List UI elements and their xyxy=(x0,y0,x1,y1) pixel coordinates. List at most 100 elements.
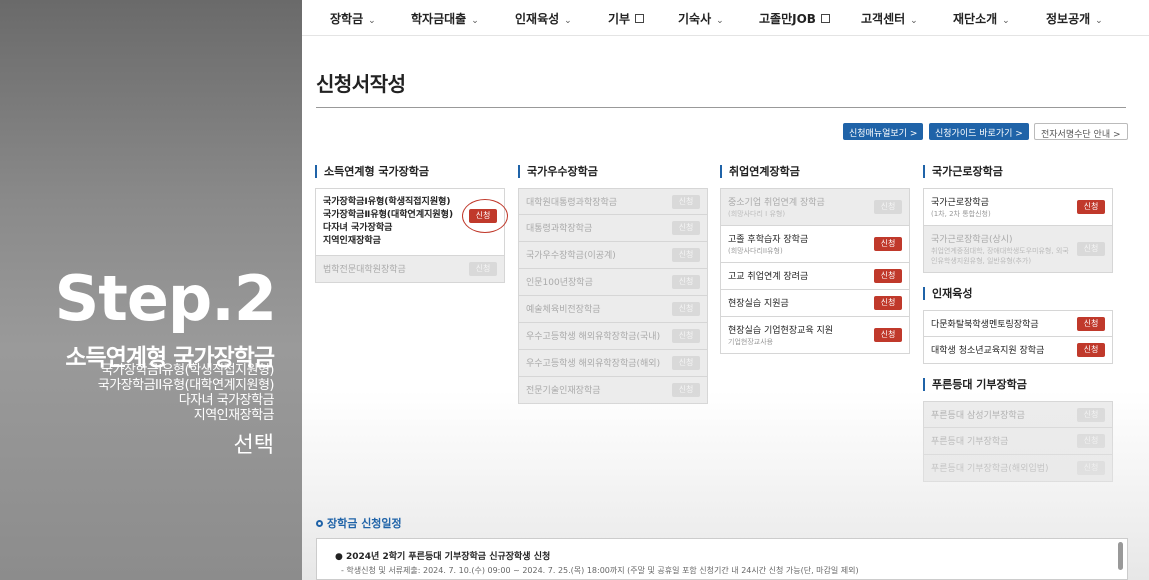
item-sublabel: (희망사다리II유형) xyxy=(728,247,783,255)
item-label: 예술체육비전장학금 xyxy=(526,305,601,315)
list-item: 우수고등학생 해외유학장학금(해외) 신청 xyxy=(518,350,708,377)
highlight-circle xyxy=(462,199,508,233)
nav-highschool-job[interactable]: 고졸만JOB xyxy=(759,10,830,27)
chevron-down-icon: ⌄ xyxy=(910,16,918,26)
apply-button-disabled: 신청 xyxy=(672,221,700,235)
nav-talent[interactable]: 인재육성 ⌄ xyxy=(515,10,572,27)
apply-button-disabled: 신청 xyxy=(1077,242,1105,256)
step-title: Step.2 xyxy=(54,262,277,335)
chevron-down-icon: ⌄ xyxy=(564,16,572,26)
list-item: 푸른등대 삼성기부장학금 신청 xyxy=(923,401,1113,428)
nav-label: 장학금 xyxy=(330,12,364,26)
apply-button-disabled: 신청 xyxy=(1077,407,1105,422)
list-item: 푸른등대 기부장학금(해외입법) 신청 xyxy=(923,455,1113,482)
guide-button[interactable]: 신청가이드 바로가기 > xyxy=(929,123,1029,140)
external-link-icon xyxy=(820,14,830,23)
list-item: 국가우수장학금(이공계) 신청 xyxy=(518,242,708,269)
apply-button[interactable]: 신청 xyxy=(874,237,902,251)
apply-button[interactable]: 신청 xyxy=(1077,200,1105,214)
step-lines: 국가장학금I유형(학생직접지원형) 국가장학금II유형(대학연계지원형) 다자녀… xyxy=(97,363,275,423)
item-label: 고졸 후학습자 장학금 xyxy=(728,235,809,245)
apply-button-disabled: 신청 xyxy=(672,356,700,370)
apply-button-disabled: 신청 xyxy=(672,248,700,262)
nav-foundation[interactable]: 재단소개 ⌄ xyxy=(953,10,1010,27)
nav-label: 기숙사 xyxy=(678,12,712,26)
main-content: 장학금 ⌄ 학자금대출 ⌄ 인재육성 ⌄ 기부 기숙사 ⌄ 고졸만JOB 고객센터 ⌄ 재… xyxy=(302,0,1149,580)
apply-button[interactable]: 신청 xyxy=(874,269,902,283)
esign-guide-button[interactable]: 전자서명수단 안내 > xyxy=(1034,123,1128,140)
item-label: 다문화탈북학생멘토링장학금 xyxy=(931,320,1039,330)
nav-dormitory[interactable]: 기숙사 ⌄ xyxy=(678,10,724,27)
nav-student-loan[interactable]: 학자금대출 ⌄ xyxy=(411,10,479,27)
list-item: 국가근로장학금(상시) 취업연계중점대학, 장애대학생도우미유형, 외국인유학생지… xyxy=(923,226,1113,273)
apply-button[interactable]: 신청 xyxy=(874,328,902,342)
nav-label: 학자금대출 xyxy=(411,12,467,26)
section-heading: 푸른등대 기부장학금 xyxy=(923,378,1113,391)
nav-label: 고졸만JOB xyxy=(759,12,816,26)
item-label: 우수고등학생 해외유학장학금(국내) xyxy=(526,332,661,342)
list-item: 현장실습 기업현장교육 지원 기업현장교사용 신청 xyxy=(720,317,910,354)
apply-button-disabled: 신청 xyxy=(874,200,902,214)
list-item: 대학원대통령과학장학금 신청 xyxy=(518,188,708,215)
item-label: 푸른등대 기부장학금 xyxy=(931,437,1009,447)
apply-button-disabled: 신청 xyxy=(1077,434,1105,448)
item-label: 지역인재장학금 xyxy=(323,236,381,246)
list-item: 중소기업 취업연계 장학금 (희망사다리 I 유형) 신청 xyxy=(720,188,910,226)
item-label: 푸른등대 기부장학금(해외입법) xyxy=(931,464,1049,474)
top-navigation: 장학금 ⌄ 학자금대출 ⌄ 인재육성 ⌄ 기부 기숙사 ⌄ 고졸만JOB 고객센터 ⌄ 재… xyxy=(302,0,1149,36)
apply-button-disabled: 신청 xyxy=(672,383,700,397)
item-sublabel: 취업연계중점대학, 장애대학생도우미유형, 외국인유학생지원유형, 일반유형(추… xyxy=(931,247,1069,265)
manual-button[interactable]: 신청매뉴얼보기 > xyxy=(843,123,924,140)
step-line: 국가장학금II유형(대학연계지원형) xyxy=(97,378,275,393)
scrollbar[interactable] xyxy=(1118,542,1123,570)
bullet-icon xyxy=(316,520,323,527)
apply-button-disabled: 신청 xyxy=(469,262,497,276)
list-item: 대통령과학장학금 신청 xyxy=(518,215,708,242)
column-work-study: 국가근로장학금 국가근로장학금 (1차, 2차 통합신청) 신청 국가근로장학금(상… xyxy=(923,165,1113,482)
section-heading: 인재육성 xyxy=(923,287,1113,300)
list-item: 푸른등대 기부장학금 신청 xyxy=(923,428,1113,455)
section-heading: 국가우수장학금 xyxy=(518,165,708,178)
nav-label: 고객센터 xyxy=(861,12,906,26)
column-income-linked: 소득연계형 국가장학금 국가장학금Ⅰ유형(학생직접지원형) 국가장학금Ⅱ유형(대… xyxy=(315,165,508,283)
apply-button[interactable]: 신청 xyxy=(1077,343,1105,357)
schedule-title: 장학금 신청일정 xyxy=(316,515,402,531)
item-label: 푸른등대 삼성기부장학금 xyxy=(931,411,1025,421)
item-sublabel: (희망사다리 I 유형) xyxy=(728,210,786,218)
nav-donation[interactable]: 기부 xyxy=(608,10,645,27)
step-select-text: 선택 xyxy=(233,433,274,458)
column-employment: 취업연계장학금 중소기업 취업연계 장학금 (희망사다리 I 유형) 신청 고졸 후… xyxy=(720,165,910,354)
section-heading: 취업연계장학금 xyxy=(720,165,910,178)
apply-button-disabled: 신청 xyxy=(672,302,700,316)
item-label: 대학생 청소년교육지원 장학금 xyxy=(931,346,1045,356)
section-heading: 소득연계형 국가장학금 xyxy=(315,165,505,178)
nav-scholarship[interactable]: 장학금 ⌄ xyxy=(330,10,376,27)
step-overlay-panel: Step.2 소득연계형 국가장학금 국가장학금I유형(학생직접지원형) 국가장… xyxy=(0,0,302,580)
apply-button[interactable]: 신청 xyxy=(874,296,902,310)
item-label: 법학전문대학원장학금 xyxy=(323,265,406,275)
list-item: 고졸 후학습자 장학금 (희망사다리II유형) 신청 xyxy=(720,226,910,263)
list-item: 전문기술인재장학금 신청 xyxy=(518,377,708,404)
chevron-down-icon: ⌄ xyxy=(1095,16,1103,26)
step-line: 다자녀 국가장학금 xyxy=(178,393,275,408)
nav-disclosure[interactable]: 정보공개 ⌄ xyxy=(1046,10,1103,27)
item-label: 다자녀 국가장학금 xyxy=(323,223,393,233)
item-label: 국가장학금Ⅰ유형(학생직접지원형) xyxy=(323,197,451,207)
apply-button[interactable]: 신청 xyxy=(1077,316,1105,331)
chevron-down-icon: ⌄ xyxy=(368,16,376,26)
chevron-down-icon: ⌄ xyxy=(716,16,724,26)
external-link-icon xyxy=(635,14,645,23)
item-label: 중소기업 취업연계 장학금 xyxy=(728,198,825,208)
schedule-title-text: 장학금 신청일정 xyxy=(327,517,402,530)
column-excellence: 국가우수장학금 대학원대통령과학장학금 신청 대통령과학장학금 신청 국가우수장학금… xyxy=(518,165,708,404)
list-item: 다문화탈북학생멘토링장학금 신청 xyxy=(923,310,1113,337)
item-label: 우수고등학생 해외유학장학금(해외) xyxy=(526,359,661,369)
list-item: 국가근로장학금 (1차, 2차 통합신청) 신청 xyxy=(923,188,1113,226)
nav-customer-center[interactable]: 고객센터 ⌄ xyxy=(861,10,918,27)
chevron-down-icon: ⌄ xyxy=(471,16,479,26)
schedule-detail: - 학생신청 및 서류제출: 2024. 7. 10.(수) 09:00 ~ 2… xyxy=(341,566,859,575)
schedule-box: ● 2024년 2학기 푸른등대 기부장학금 신규장학생 신청 - 학생신청 및… xyxy=(316,538,1128,580)
item-label: 인문100년장학금 xyxy=(526,278,593,288)
list-item: 고교 취업연계 장려금 신청 xyxy=(720,263,910,290)
item-label: 대학원대통령과학장학금 xyxy=(526,198,618,208)
